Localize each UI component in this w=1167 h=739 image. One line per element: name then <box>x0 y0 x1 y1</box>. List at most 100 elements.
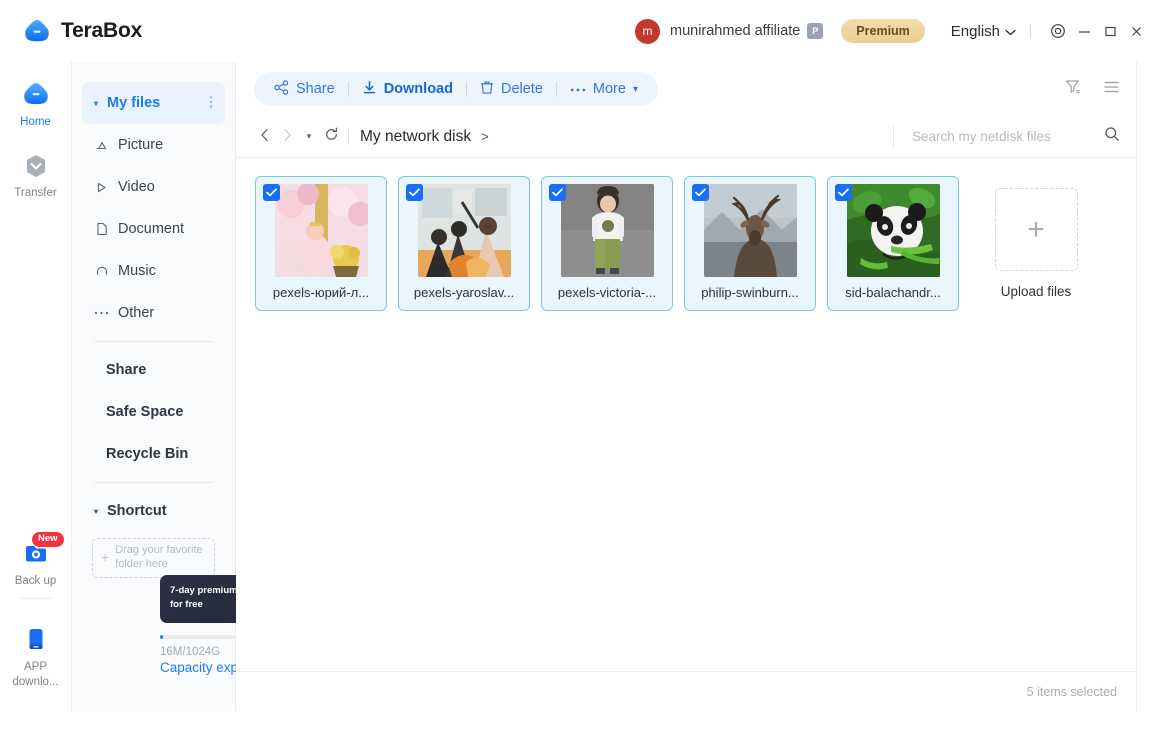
title-bar: TeraBox m munirahmed affiliate P Premium… <box>0 0 1167 62</box>
file-grid: pexels-юрий-л... pexels-yaroslav... pexe… <box>236 158 1136 311</box>
app-download-icon <box>20 625 52 655</box>
file-name: pexels-юрий-л... <box>272 285 370 300</box>
share-label: Share <box>296 81 335 97</box>
search-icon[interactable] <box>1104 126 1120 147</box>
download-label: Download <box>383 81 453 97</box>
brand-name: TeraBox <box>61 19 143 42</box>
tree-item-picture[interactable]: Picture <box>82 124 225 166</box>
file-name: philip-swinburn... <box>701 285 799 300</box>
ellipsis-icon <box>570 81 586 97</box>
file-thumbnail <box>417 184 511 277</box>
file-name: pexels-victoria-... <box>557 285 657 300</box>
more-label: More <box>592 81 626 97</box>
tree-label-document: Document <box>118 221 185 237</box>
breadcrumb-my-network-disk[interactable]: My network disk <box>360 128 471 146</box>
search-box[interactable] <box>893 126 1120 147</box>
share-button[interactable]: Share <box>261 72 348 106</box>
tree-label-shortcut: Shortcut <box>107 503 167 519</box>
refresh-icon[interactable] <box>320 127 342 146</box>
more-vertical-icon[interactable] <box>209 95 213 112</box>
tree-label-other: Other <box>118 305 155 321</box>
file-thumbnail <box>560 184 654 277</box>
tree-item-shortcut[interactable]: ▾ Shortcut <box>82 490 225 532</box>
tree-label-share: Share <box>106 362 147 378</box>
selection-count-label: 5 items selected <box>1026 684 1117 699</box>
tree-item-music[interactable]: Music <box>82 250 225 292</box>
rail-item-app-download[interactable]: APP downlo... <box>0 625 72 689</box>
dropzone-label: Drag your favorite folder here <box>115 544 203 570</box>
minimize-icon[interactable] <box>1071 18 1097 44</box>
rail-label-backup: Back up <box>14 574 57 587</box>
action-toolbar: Share Download Delete More ▾ <box>236 62 1136 116</box>
file-thumbnail <box>703 184 797 277</box>
list-view-icon[interactable] <box>1103 80 1120 99</box>
tree-item-share[interactable]: Share <box>82 349 225 391</box>
search-input[interactable] <box>912 129 1094 144</box>
video-icon <box>94 181 109 194</box>
language-label: English <box>950 22 1000 40</box>
rail-label-app-download: APP downlo... <box>12 661 59 688</box>
checkbox-checked-icon[interactable] <box>263 184 280 201</box>
target-settings-icon[interactable] <box>1045 18 1071 44</box>
premium-marker-icon: P <box>807 23 824 39</box>
chevron-left-icon[interactable] <box>254 128 276 146</box>
more-button[interactable]: More ▾ <box>557 72 651 106</box>
promo-line-2: for free <box>170 599 203 611</box>
rail-item-home[interactable]: Home <box>0 80 72 129</box>
other-ellipsis-icon <box>94 310 109 316</box>
terabox-cloud-logo-icon <box>22 18 52 45</box>
delete-button[interactable]: Delete <box>467 72 556 106</box>
language-selector[interactable]: English <box>951 23 1016 40</box>
share-nodes-icon <box>274 79 289 99</box>
breadcrumb-arrow: > <box>481 129 489 144</box>
file-card[interactable]: pexels-yaroslav... <box>398 176 530 311</box>
file-card[interactable]: pexels-victoria-... <box>541 176 673 311</box>
tree-item-safe-space[interactable]: Safe Space <box>82 391 225 433</box>
view-controls <box>1064 78 1120 100</box>
rail-item-backup[interactable]: New Back up <box>0 531 72 588</box>
premium-button[interactable]: Premium <box>841 19 925 43</box>
tree-item-my-files[interactable]: ▾ My files <box>82 82 225 124</box>
status-bar: 5 items selected <box>236 671 1137 711</box>
maximize-icon[interactable] <box>1097 18 1123 44</box>
caret-down-icon[interactable]: ▾ <box>94 99 98 108</box>
tree-item-recycle-bin[interactable]: Recycle Bin <box>82 433 225 475</box>
tree-label-recycle-bin: Recycle Bin <box>106 446 189 462</box>
filter-icon[interactable] <box>1064 78 1081 100</box>
avatar[interactable]: m <box>634 18 660 44</box>
rail-item-transfer[interactable]: Transfer <box>0 151 72 200</box>
checkbox-checked-icon[interactable] <box>406 184 423 201</box>
terabox-window: TeraBox m munirahmed affiliate P Premium… <box>0 0 1167 739</box>
close-icon[interactable] <box>1123 18 1149 44</box>
plus-icon[interactable]: + <box>994 188 1078 271</box>
file-card[interactable]: philip-swinburn... <box>684 176 816 311</box>
nav-divider <box>348 128 349 145</box>
delete-label: Delete <box>500 81 543 97</box>
checkbox-checked-icon[interactable] <box>549 184 566 201</box>
chevron-right-icon[interactable] <box>276 128 298 146</box>
file-card[interactable]: sid-balachandr... <box>827 176 959 311</box>
tree-item-document[interactable]: Document <box>82 208 225 250</box>
picture-icon <box>94 139 109 152</box>
history-caret-down-icon[interactable]: ▾ <box>298 131 320 142</box>
caret-down-icon-shortcut[interactable]: ▾ <box>94 507 98 516</box>
file-card[interactable]: pexels-юрий-л... <box>255 176 387 311</box>
rail-label-transfer: Transfer <box>14 187 57 200</box>
tree-label-music: Music <box>118 263 156 279</box>
file-name: pexels-yaroslav... <box>413 285 515 300</box>
caret-down-icon-more: ▾ <box>632 83 638 95</box>
tree-label-my-files: My files <box>107 95 161 111</box>
shortcut-dropzone[interactable]: + Drag your favorite folder here <box>92 538 215 578</box>
promo-line-1: 7-day premium <box>170 585 238 596</box>
tree-label-safe-space: Safe Space <box>106 404 184 420</box>
tree-item-other[interactable]: Other <box>82 292 225 334</box>
tree-label-video: Video <box>118 179 155 195</box>
checkbox-checked-icon[interactable] <box>692 184 709 201</box>
download-arrow-icon <box>362 80 377 99</box>
upload-files-card[interactable]: + Upload files <box>970 176 1102 311</box>
download-button[interactable]: Download <box>349 72 466 106</box>
checkbox-checked-icon[interactable] <box>835 184 852 201</box>
divider <box>1030 23 1031 39</box>
music-headphone-icon <box>94 265 109 278</box>
tree-item-video[interactable]: Video <box>82 166 225 208</box>
